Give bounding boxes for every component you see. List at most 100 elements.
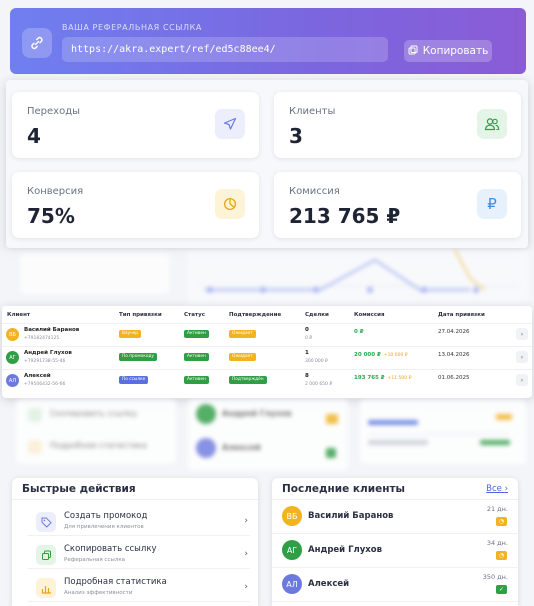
client-name: Андрей Глухов [24, 350, 72, 356]
client-days: 350 дн. [482, 573, 508, 581]
commission-value: 0 ₽ [354, 329, 367, 335]
users-icon [477, 109, 507, 139]
deals-sum: 300 000 ₽ [305, 359, 328, 364]
bind-type-badge: По ссылке [119, 376, 149, 384]
stat-card-conversion: Конверсия 75% [12, 172, 259, 238]
deals-sum: 2 000 650 ₽ [305, 382, 333, 387]
chart-background-blur [0, 249, 534, 304]
quick-actions-title: Быстрые действия [12, 478, 258, 500]
stat-value: 75% [27, 204, 75, 228]
client-phone: +79506432-56-66 [24, 382, 66, 387]
table-row[interactable]: АГ Андрей Глухов +79291738-55-46 По пром… [2, 346, 532, 368]
blur-client: Андрей Глухов [222, 409, 292, 418]
quick-action-statistics[interactable]: Подробная статистика Анализ эффективност… [28, 574, 250, 602]
client-name: Василий Баранов [24, 327, 80, 333]
see-all-link[interactable]: Все › [486, 478, 508, 500]
referral-url-field[interactable]: https://akra.expert/ref/ed5c88ee4/ [62, 37, 388, 62]
chevron-right-icon: › [244, 549, 248, 559]
tag-icon [36, 512, 56, 532]
chevron-right-icon[interactable]: › [516, 351, 528, 363]
quick-action-copy-link[interactable]: Скопировать ссылку Реферальная ссылка › [28, 541, 250, 569]
table-header: Подтверждение [229, 312, 282, 318]
stat-label: Переходы [27, 106, 81, 117]
recent-client-item[interactable]: ВБ Василий Баранов 21 дн. ◔ [272, 500, 518, 534]
quick-action-title: Подробная статистика [64, 577, 167, 587]
deals-count: 0 [305, 327, 309, 333]
clock-icon: ◔ [496, 551, 507, 560]
table-row[interactable]: АЛ Алексей +79506432-56-66 По ссылке Акт… [2, 369, 532, 391]
stat-label: Конверсия [27, 186, 84, 197]
stat-value: 213 765 ₽ [289, 204, 401, 228]
commission-amount: 20 000 ₽ [354, 352, 381, 358]
recent-clients-title: Последние клиенты [282, 483, 406, 495]
commission-amount: 0 ₽ [354, 329, 364, 335]
client-phone: +79182474125 [24, 336, 60, 341]
quick-action-create-promocode[interactable]: Создать промокод Для привлечения клиенто… [28, 508, 250, 536]
avatar: АЛ [282, 574, 302, 594]
commission-value: 20 000 ₽ +10 000 ₽ [354, 352, 408, 358]
client-name: Андрей Глухов [308, 545, 382, 555]
status-badge: Активен [184, 376, 209, 384]
quick-action-title: Создать промокод [64, 511, 148, 521]
copy-link-button[interactable]: Копировать [404, 40, 492, 62]
blur-client: Алексей [222, 443, 261, 452]
client-name: Василий Баранов [308, 511, 394, 521]
chevron-right-icon: › [504, 484, 508, 494]
stat-label: Клиенты [289, 106, 336, 117]
bind-date: 27.04.2026 [438, 329, 470, 335]
recent-client-item[interactable]: АЛ Алексей 350 дн. ✓ [272, 568, 518, 602]
send-icon [215, 109, 245, 139]
recent-client-item[interactable]: АГ Андрей Глухов 34 дн. ◔ [272, 534, 518, 568]
avatar: АЛ [6, 374, 19, 387]
avatar: АГ [6, 351, 19, 364]
quick-action-subtitle: Для привлечения клиентов [64, 524, 144, 530]
avatar: ВБ [6, 328, 19, 341]
stat-value: 3 [289, 124, 303, 148]
pie-chart-icon [215, 189, 245, 219]
stat-card-commission: Комиссия 213 765 ₽ ₽ [274, 172, 521, 238]
status-badge: Активен [184, 353, 209, 361]
confirm-badge: Ожидает [229, 330, 256, 338]
bar-chart-icon [36, 578, 56, 598]
commission-extra: +11 500 ₽ [387, 376, 412, 381]
table-header: Дата привязки [438, 312, 485, 318]
quick-actions-panel: Быстрые действия Создать промокод Для пр… [12, 478, 258, 606]
copy-icon [36, 545, 56, 565]
commission-extra: +10 000 ₽ [383, 353, 408, 358]
chevron-right-icon[interactable]: › [516, 328, 528, 340]
table-header: Комиссия [354, 312, 385, 318]
table-header: Тип привязки [119, 312, 162, 318]
avatar: АГ [282, 540, 302, 560]
table-header: Статус [184, 312, 205, 318]
ruble-icon: ₽ [477, 189, 507, 219]
blur-menu-item: Скопировать ссылку [50, 409, 138, 418]
clock-icon: ◔ [496, 517, 507, 526]
blur-menu-item: Подробная статистика [50, 441, 147, 450]
table-header: Сделки [305, 312, 329, 318]
referral-banner: ВАША РЕФЕРАЛЬНАЯ ССЫЛКА https://akra.exp… [10, 8, 526, 74]
quick-action-title: Скопировать ссылку [64, 544, 157, 554]
status-badge: Активен [184, 330, 209, 338]
client-name: Алексей [24, 373, 51, 379]
referral-label: ВАША РЕФЕРАЛЬНАЯ ССЫЛКА [62, 23, 202, 32]
stat-card-clients: Клиенты 3 [274, 92, 521, 158]
background-blur: Скопировать ссылку Подробная статистика … [0, 400, 534, 472]
chevron-right-icon[interactable]: › [516, 374, 528, 386]
stat-card-visits: Переходы 4 [12, 92, 259, 158]
stat-label: Комиссия [289, 186, 340, 197]
client-days: 21 дн. [486, 505, 508, 513]
client-name: Алексей [308, 579, 350, 589]
bind-type-badge: Ваучер [119, 330, 142, 338]
recent-clients-header: Последние клиенты Все › [272, 478, 518, 500]
recent-clients-panel: Последние клиенты Все › ВБ Василий Баран… [272, 478, 518, 606]
deals-sum: 0 ₽ [305, 336, 313, 341]
clients-table: Клиент Тип привязки Статус Подтверждение… [2, 306, 532, 398]
link-icon [22, 28, 52, 58]
commission-amount: 193 765 ₽ [354, 375, 385, 381]
table-header: Клиент [7, 312, 31, 318]
chevron-right-icon: › [244, 582, 248, 592]
deals-count: 8 [305, 373, 309, 379]
client-phone: +79291738-55-46 [24, 359, 66, 364]
table-row[interactable]: ВБ Василий Баранов +79182474125 Ваучер А… [2, 323, 532, 345]
chevron-right-icon: › [244, 516, 248, 526]
